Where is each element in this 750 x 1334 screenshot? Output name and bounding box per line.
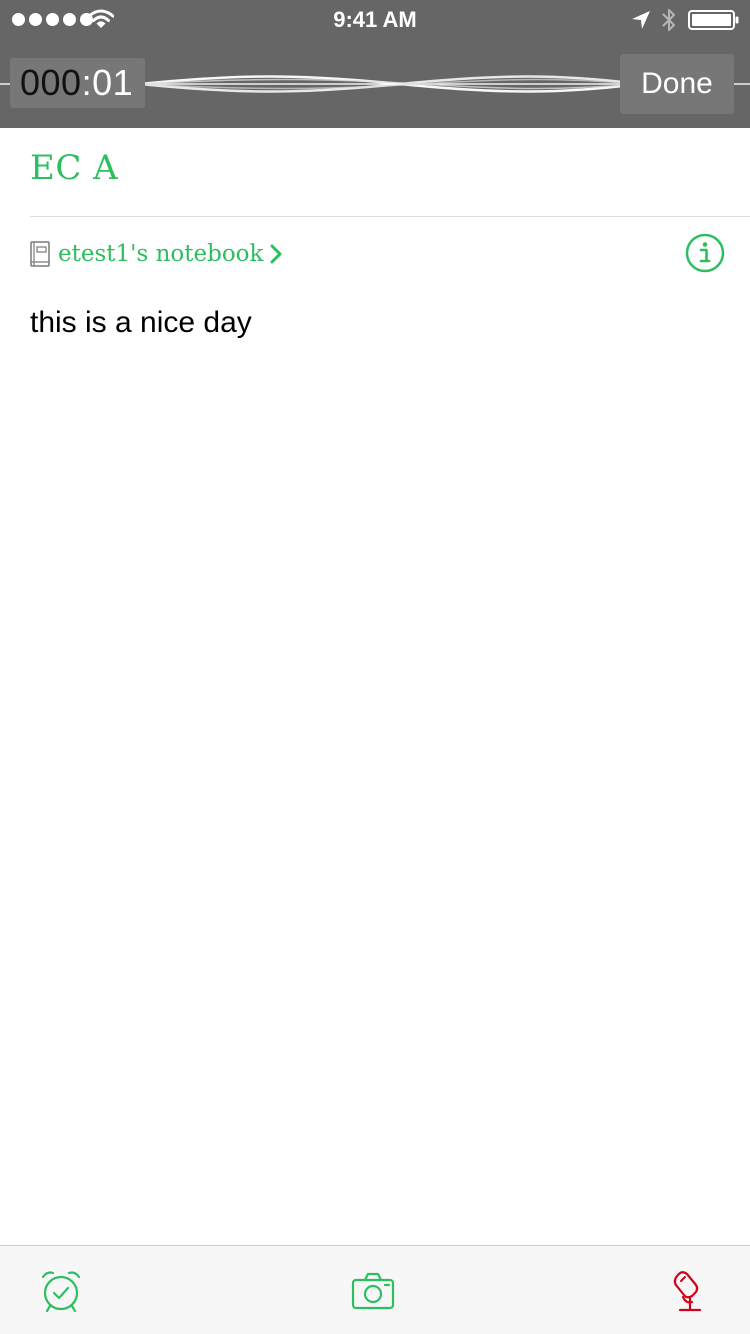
timer-seconds: :01 [81, 62, 134, 103]
done-button[interactable]: Done [620, 54, 734, 114]
camera-icon[interactable] [350, 1268, 396, 1314]
title-divider [30, 216, 750, 217]
bottom-toolbar [0, 1245, 750, 1334]
notebook-name: etest1's notebook [58, 241, 264, 267]
note-editor-screen: 9:41 AM 000:01 Done EC A etest1's notebo… [0, 0, 750, 1334]
notebook-icon [30, 241, 50, 267]
info-icon[interactable] [685, 233, 725, 273]
location-arrow-icon [632, 11, 650, 29]
recording-timer: 000:01 [10, 58, 146, 108]
microphone-icon[interactable] [666, 1268, 712, 1314]
alarm-clock-icon[interactable] [38, 1268, 84, 1314]
notebook-selector[interactable]: etest1's notebook [30, 236, 282, 272]
timer-minutes: 000 [20, 62, 82, 103]
chevron-right-icon [270, 244, 282, 264]
status-bar: 9:41 AM [0, 0, 750, 40]
bluetooth-icon [662, 9, 675, 31]
note-body-text[interactable]: this is a nice day [30, 306, 720, 340]
battery-icon [688, 10, 739, 30]
note-title[interactable]: EC A [30, 148, 118, 188]
recording-bar: 000:01 Done [0, 40, 750, 128]
recording-header: 9:41 AM 000:01 Done [0, 0, 750, 128]
